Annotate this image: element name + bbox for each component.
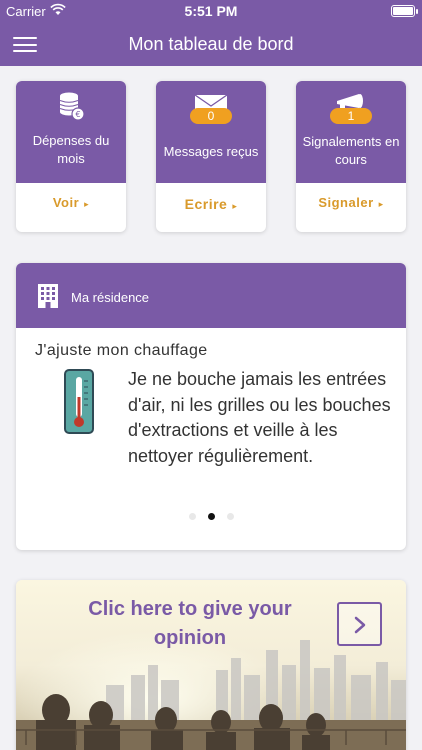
battery-icon — [391, 5, 418, 17]
svg-text:€: € — [75, 110, 80, 119]
residence-card: Ma résidence J'ajuste mon chauffage Je n… — [16, 263, 406, 550]
banner-arrow-button[interactable] — [337, 602, 382, 646]
residence-header: Ma résidence — [16, 263, 406, 328]
page-dot-active[interactable] — [207, 513, 215, 520]
residence-title: Ma résidence — [71, 290, 150, 305]
tip-title: J'ajuste mon chauffage — [35, 342, 208, 359]
signaler-button[interactable]: Signaler ▸ — [296, 183, 406, 232]
chevron-right-icon: ▸ — [84, 199, 90, 209]
thermometer-icon — [64, 369, 94, 440]
card-depenses: € Dépenses du mois Voir ▸ — [16, 81, 126, 232]
signalements-count-badge: 1 — [330, 108, 372, 124]
coins-icon: € — [57, 91, 85, 126]
nav-bar: Mon tableau de bord — [0, 22, 422, 66]
clock: 5:51 PM — [184, 3, 238, 19]
status-bar: Carrier 5:51 PM — [0, 0, 422, 22]
action-label: Voir — [52, 195, 80, 210]
card-label: Messages reçus — [163, 144, 259, 159]
tip-text: Je ne bouche jamais les entrées d'air, n… — [128, 369, 391, 466]
page-title: Mon tableau de bord — [128, 34, 294, 54]
opinion-banner[interactable]: Clic here to give your opinion — [16, 580, 406, 750]
page-dot[interactable] — [226, 513, 234, 520]
building-icon — [37, 284, 59, 313]
voir-button[interactable]: Voir ▸ — [16, 183, 126, 232]
chevron-right-icon: ▸ — [232, 201, 238, 211]
card-label: Signalements en cours — [302, 134, 400, 167]
card-label: Dépenses du mois — [32, 133, 110, 166]
chevron-right-icon: ▸ — [378, 199, 384, 209]
card-messages: 0 Messages reçus Ecrire ▸ — [156, 81, 266, 232]
page-indicator[interactable] — [16, 507, 406, 525]
page-dot[interactable] — [188, 513, 196, 520]
banner-text: Clic here to give your opinion — [88, 598, 292, 649]
messages-count-badge: 0 — [190, 108, 232, 124]
ecrire-button[interactable]: Ecrire ▸ — [156, 183, 266, 232]
action-label: Signaler — [318, 195, 374, 210]
card-signalements: 1 Signalements en cours Signaler ▸ — [296, 81, 406, 232]
action-label: Ecrire — [184, 196, 228, 212]
chevron-right-icon — [354, 616, 366, 634]
